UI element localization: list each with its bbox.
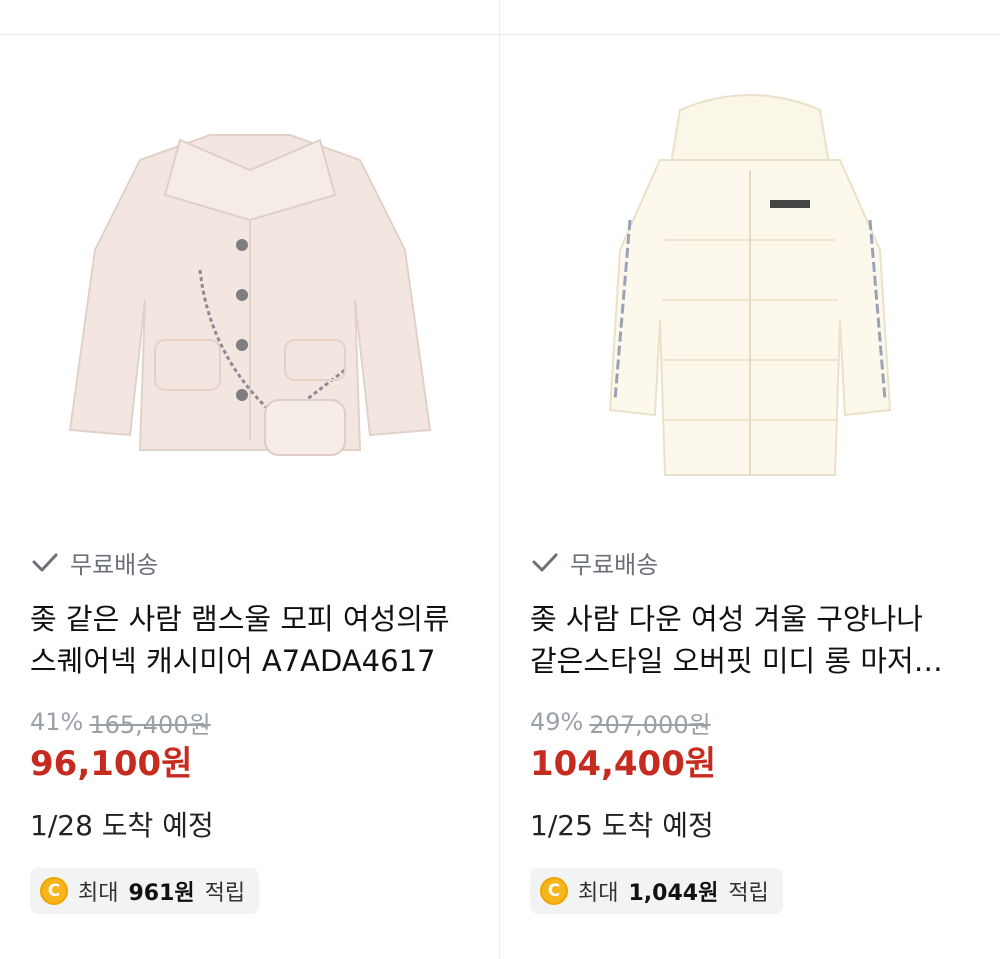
check-icon xyxy=(32,553,58,572)
arrival-date: 1/25 도착 예정 xyxy=(530,809,714,842)
sale-price: 96,100원 xyxy=(30,744,193,784)
check-icon xyxy=(532,553,558,572)
original-price-row: 49% 207,000원 xyxy=(530,706,970,739)
points-suffix: 적립 xyxy=(204,881,246,906)
discount-rate: 49% xyxy=(530,708,584,736)
product-grid: 무료배송 좆 같은 사람 램스울 모피 여성의류 스퀘어넥 캐시미어 A7ADA… xyxy=(0,0,1000,959)
jacket-image xyxy=(68,134,432,456)
coin-icon: C xyxy=(40,877,68,905)
points-prefix: 최대 xyxy=(78,881,119,906)
discount-rate: 41% xyxy=(30,708,84,736)
shipping-label: 무료배송 xyxy=(570,550,659,579)
shipping-label: 무료배송 xyxy=(70,550,159,579)
original-price-row: 41% 165,400원 xyxy=(30,706,470,739)
free-shipping-badge: 무료배송 xyxy=(530,540,970,584)
original-price: 207,000원 xyxy=(589,710,711,739)
arrival-date: 1/28 도착 예정 xyxy=(30,809,214,842)
product-image[interactable] xyxy=(30,60,470,500)
product-image[interactable] xyxy=(530,60,970,500)
points-amount: 1,044원 xyxy=(628,881,719,906)
product-card[interactable]: 무료배송 좆 사람 다운 여성 겨울 구양나나 같은스타일 오버핏 미디 롱 마… xyxy=(500,0,1000,959)
points-badge: C 최대 961원 적립 xyxy=(30,868,260,914)
original-price: 165,400원 xyxy=(89,710,211,739)
points-amount: 961원 xyxy=(128,881,195,906)
product-title[interactable]: 좆 사람 다운 여성 겨울 구양나나 같은스타일 오버핏 미디 롱 마저… xyxy=(530,598,970,682)
points-prefix: 최대 xyxy=(578,881,619,906)
free-shipping-badge: 무료배송 xyxy=(30,540,470,584)
product-title[interactable]: 좆 같은 사람 램스울 모피 여성의류 스퀘어넥 캐시미어 A7ADA4617 xyxy=(30,598,470,682)
product-card[interactable]: 무료배송 좆 같은 사람 램스울 모피 여성의류 스퀘어넥 캐시미어 A7ADA… xyxy=(0,0,500,959)
sale-price: 104,400원 xyxy=(530,744,717,784)
points-suffix: 적립 xyxy=(728,881,769,906)
coin-icon: C xyxy=(540,877,568,905)
coat-image xyxy=(608,94,892,476)
points-badge: C 최대 1,044원 적립 xyxy=(530,868,783,914)
